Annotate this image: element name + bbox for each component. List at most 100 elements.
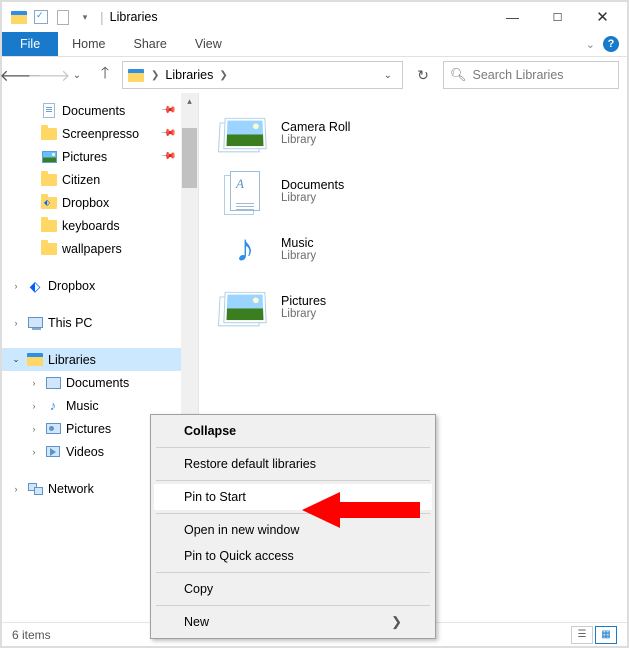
sidebar-item-dropbox-folder[interactable]: ⬖Dropbox <box>2 191 198 214</box>
pictures-icon <box>223 285 267 329</box>
pin-icon: 📌 <box>159 102 176 119</box>
tree-label: Pictures <box>66 422 111 436</box>
chevron-right-icon[interactable]: › <box>10 484 22 494</box>
minimize-button[interactable]: — <box>490 2 535 32</box>
menu-separator <box>156 513 430 514</box>
expand-ribbon-icon[interactable]: ⌄ <box>586 38 595 51</box>
menu-separator <box>156 447 430 448</box>
list-item[interactable]: PicturesLibrary <box>223 279 621 335</box>
chevron-down-icon[interactable]: ⌄ <box>10 354 22 365</box>
qat-dropdown-icon[interactable]: ▾ <box>76 8 94 26</box>
chevron-right-icon[interactable]: › <box>10 281 22 291</box>
window-controls: — ☐ ✕ <box>490 2 625 32</box>
list-item[interactable]: DocumentsLibrary <box>223 163 621 219</box>
tree-label: Dropbox <box>48 279 95 293</box>
thumbnails-view-button[interactable]: ▦ <box>595 626 617 644</box>
tree-label: Videos <box>66 445 104 459</box>
menu-separator <box>156 572 430 573</box>
list-item[interactable]: Camera RollLibrary <box>223 105 621 161</box>
dropbox-icon: ⬖ <box>26 277 44 295</box>
item-type: Library <box>281 250 316 262</box>
properties-icon[interactable] <box>32 8 50 26</box>
close-button[interactable]: ✕ <box>580 2 625 32</box>
tree-label: Screenpresso <box>62 127 139 141</box>
file-tab[interactable]: File <box>2 32 58 56</box>
sidebar-item-this-pc[interactable]: › This PC <box>2 311 198 334</box>
tree-label: Libraries <box>48 353 96 367</box>
documents-icon <box>223 169 267 213</box>
ctx-restore-defaults[interactable]: Restore default libraries <box>154 451 432 477</box>
sidebar-item-documents[interactable]: Documents 📌 <box>2 99 198 122</box>
sidebar-item-keyboards[interactable]: keyboards <box>2 214 198 237</box>
chevron-right-icon[interactable]: › <box>28 378 40 388</box>
tree-label: Music <box>66 399 99 413</box>
sidebar-item-libraries[interactable]: ⌄ Libraries <box>2 348 198 371</box>
ctx-copy[interactable]: Copy <box>154 576 432 602</box>
tree-label: Citizen <box>62 173 100 187</box>
address-bar[interactable]: ❯ Libraries ❯ ⌄ <box>122 61 403 89</box>
address-segment[interactable]: Libraries <box>165 68 213 82</box>
details-view-button[interactable]: ☰ <box>571 626 593 644</box>
new-folder-icon[interactable] <box>54 8 72 26</box>
address-icon <box>127 66 145 84</box>
chevron-right-icon[interactable]: › <box>28 447 40 457</box>
tree-label: This PC <box>48 316 92 330</box>
item-type: Library <box>281 192 344 204</box>
search-icon: 🔍︎ <box>450 67 467 83</box>
tree-label: Documents <box>62 104 125 118</box>
refresh-button[interactable]: ↻ <box>409 61 437 89</box>
item-name: Music <box>281 236 316 250</box>
chevron-right-icon[interactable]: ❯ <box>151 70 159 81</box>
tab-view[interactable]: View <box>181 32 236 56</box>
explorer-app-icon <box>10 8 28 26</box>
address-dropdown-icon[interactable]: ⌄ <box>378 70 398 81</box>
tree-label: Network <box>48 482 94 496</box>
item-name: Camera Roll <box>281 120 350 134</box>
sidebar-item-wallpapers[interactable]: wallpapers <box>2 237 198 260</box>
up-button[interactable]: 🡑 <box>94 64 116 86</box>
help-icon[interactable]: ? <box>603 36 619 52</box>
network-icon <box>26 480 44 498</box>
music-icon: ♪ <box>44 397 62 415</box>
tab-home[interactable]: Home <box>58 32 119 56</box>
sidebar-item-dropbox[interactable]: › ⬖ Dropbox <box>2 274 198 297</box>
search-input[interactable] <box>473 68 612 82</box>
sidebar-item-citizen[interactable]: Citizen <box>2 168 198 191</box>
chevron-right-icon[interactable]: ❯ <box>219 70 227 81</box>
navigation-bar: 🡐 🡒 ⌄ 🡑 ❯ Libraries ❯ ⌄ ↻ 🔍︎ <box>2 57 627 93</box>
quick-access-toolbar: ▾ <box>4 8 94 26</box>
ctx-open-new-window[interactable]: Open in new window <box>154 517 432 543</box>
scrollbar-thumb[interactable] <box>182 128 197 188</box>
list-item[interactable]: ♪ MusicLibrary <box>223 221 621 277</box>
sidebar-item-lib-documents[interactable]: ›Documents <box>2 371 198 394</box>
sidebar-item-screenpresso[interactable]: Screenpresso 📌 <box>2 122 198 145</box>
tree-label: Dropbox <box>62 196 109 210</box>
chevron-right-icon[interactable]: › <box>28 424 40 434</box>
tree-label: keyboards <box>62 219 120 233</box>
maximize-button[interactable]: ☐ <box>535 2 580 32</box>
item-name: Pictures <box>281 294 326 308</box>
libraries-icon <box>26 351 44 369</box>
context-menu: Collapse Restore default libraries Pin t… <box>150 414 436 639</box>
title-divider: | <box>100 9 104 25</box>
ctx-new[interactable]: New❯ <box>154 609 432 635</box>
sidebar-item-pictures[interactable]: Pictures📌 <box>2 145 198 168</box>
recent-dropdown-icon[interactable]: ⌄ <box>66 64 88 86</box>
ctx-new-label: New <box>184 615 209 629</box>
search-box[interactable]: 🔍︎ <box>443 61 619 89</box>
scroll-up-icon[interactable]: ▴ <box>181 93 198 110</box>
item-type: Library <box>281 134 350 146</box>
pin-icon: 📌 <box>159 125 176 142</box>
chevron-right-icon[interactable]: › <box>10 318 22 328</box>
tree-label: Pictures <box>62 150 107 164</box>
ctx-pin-to-start[interactable]: Pin to Start <box>154 484 432 510</box>
titlebar: ▾ | Libraries — ☐ ✕ <box>2 2 627 32</box>
chevron-right-icon[interactable]: › <box>28 401 40 411</box>
ctx-pin-quick-access[interactable]: Pin to Quick access <box>154 543 432 569</box>
pictures-icon <box>44 420 62 438</box>
tab-share[interactable]: Share <box>120 32 181 56</box>
ctx-collapse[interactable]: Collapse <box>154 418 432 444</box>
menu-separator <box>156 605 430 606</box>
item-type: Library <box>281 308 326 320</box>
forward-button[interactable]: 🡒 <box>38 64 60 86</box>
